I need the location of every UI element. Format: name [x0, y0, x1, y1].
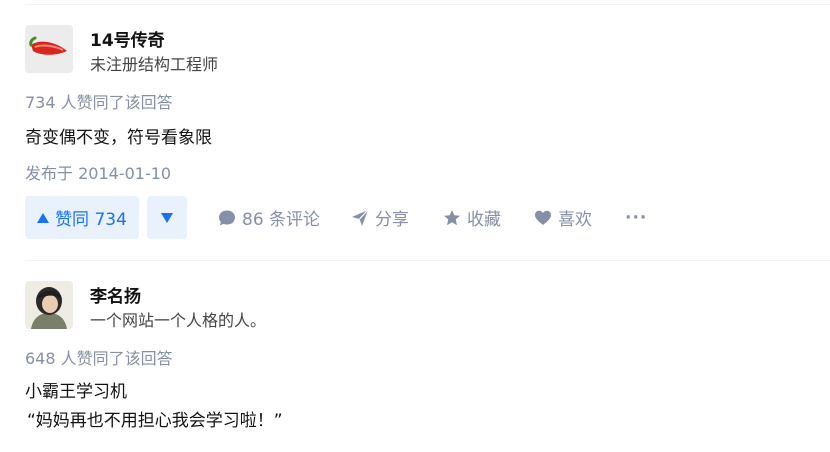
- publish-time[interactable]: 发布于 2014-01-10: [25, 160, 171, 184]
- share-label: 分享: [375, 210, 409, 230]
- author-avatar[interactable]: [25, 281, 73, 329]
- answer-content-line: 小霸王学习机: [25, 382, 127, 402]
- comments-label: 86 条评论: [242, 210, 321, 230]
- person-photo-icon: [25, 281, 73, 329]
- triangle-down-icon: [161, 212, 173, 223]
- paper-plane-icon: [351, 209, 369, 227]
- upvote-button[interactable]: 赞同 734: [25, 196, 139, 239]
- favorite-label: 收藏: [467, 210, 501, 230]
- star-icon: [443, 209, 461, 227]
- like-label: 喜欢: [558, 210, 592, 230]
- like-button[interactable]: 喜欢: [534, 196, 592, 239]
- comments-button[interactable]: 86 条评论: [218, 196, 320, 239]
- answer-divider: [25, 260, 830, 261]
- author-info: 14号传奇 未注册结构工程师: [25, 25, 625, 74]
- author-name[interactable]: 李名扬: [90, 282, 141, 307]
- upvote-label: 赞同 734: [55, 210, 127, 230]
- chili-pepper-icon: [25, 25, 73, 73]
- share-button[interactable]: 分享: [351, 196, 409, 239]
- author-avatar[interactable]: [25, 25, 73, 73]
- answer-content: 奇变偶不变，符号看象限: [25, 128, 212, 148]
- top-divider: [25, 4, 830, 5]
- comment-bubble-icon: [218, 209, 236, 227]
- more-icon: ···: [625, 207, 648, 228]
- answer-card: 14号传奇 未注册结构工程师 734 人赞同了该回答 奇变偶不变，符号看象限 发…: [25, 25, 830, 245]
- downvote-button[interactable]: [147, 196, 187, 239]
- heart-icon: [534, 209, 552, 227]
- triangle-up-icon: [37, 212, 50, 223]
- author-info: 李名扬 一个网站一个人格的人。: [25, 281, 625, 330]
- answer-content-line: “妈妈再也不用担心我会学习啦！”: [27, 411, 283, 431]
- vote-summary: 648 人赞同了该回答: [25, 349, 173, 368]
- answer-card: 李名扬 一个网站一个人格的人。 648 人赞同了该回答 小霸王学习机 “妈妈再也…: [25, 281, 830, 451]
- vote-summary: 734 人赞同了该回答: [25, 93, 173, 112]
- author-headline: 一个网站一个人格的人。: [90, 311, 267, 330]
- action-bar: 赞同 734 86 条评论 分享 收藏 喜欢 ···: [25, 196, 725, 239]
- more-button[interactable]: ···: [625, 196, 647, 239]
- author-name[interactable]: 14号传奇: [90, 26, 165, 51]
- favorite-button[interactable]: 收藏: [443, 196, 501, 239]
- author-headline: 未注册结构工程师: [90, 55, 219, 74]
